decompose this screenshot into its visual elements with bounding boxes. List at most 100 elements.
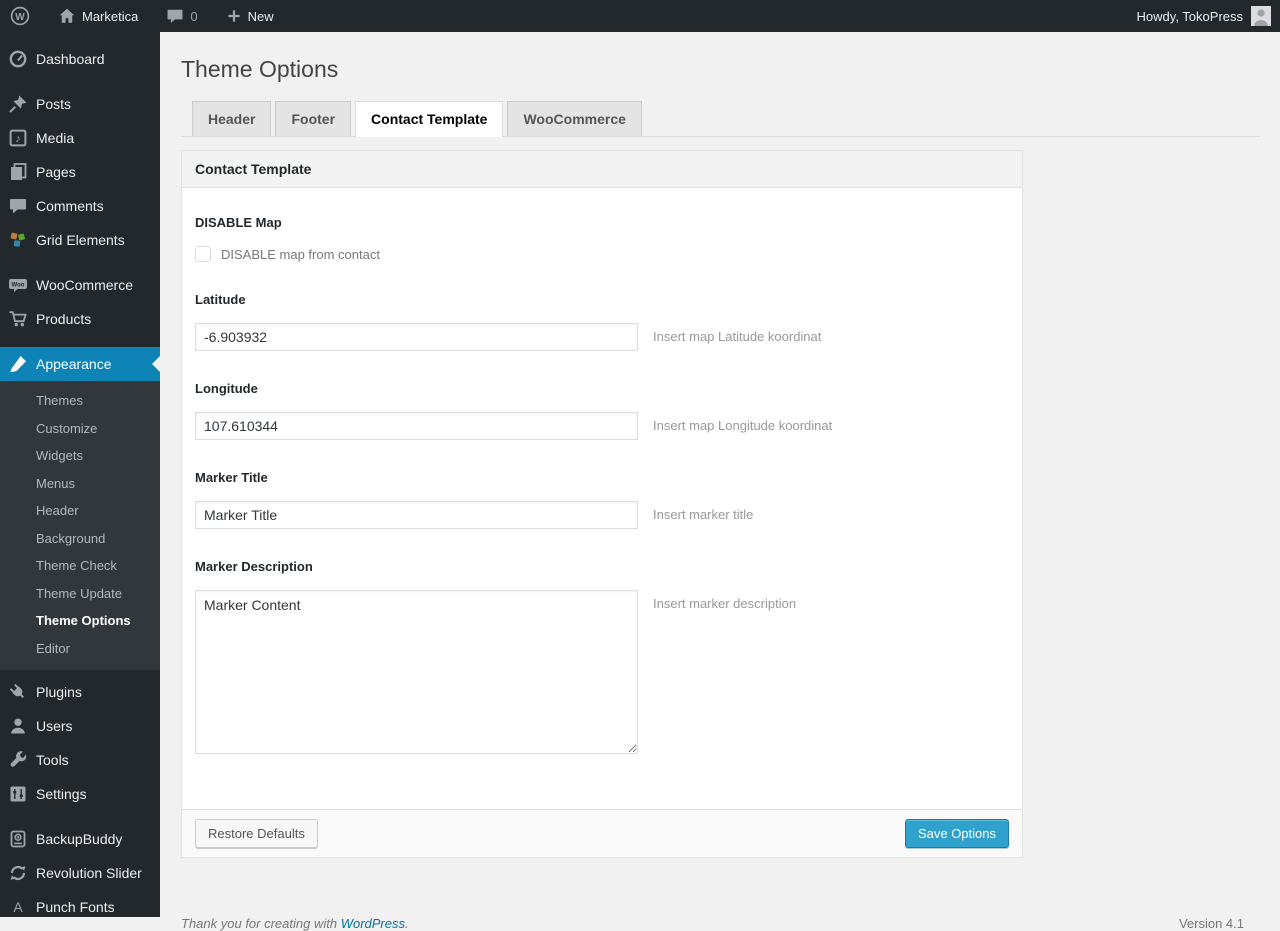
longitude-label: Longitude (195, 381, 258, 396)
sidebar-item-plugins[interactable]: Plugins (0, 675, 160, 709)
pages-icon (0, 162, 36, 182)
sidebar-item-label: Settings (36, 786, 87, 802)
wrench-icon (0, 750, 36, 770)
sidebar-item-label: Appearance (36, 356, 112, 372)
marker-description-textarea[interactable]: Marker Content (195, 590, 638, 754)
latitude-label: Latitude (195, 292, 246, 307)
sidebar-item-label: Media (36, 130, 75, 146)
dashboard-icon (0, 49, 36, 69)
sidebar-item-grid-elements[interactable]: Grid Elements (0, 223, 160, 257)
sidebar-item-label: Punch Fonts (36, 899, 115, 915)
disable-map-checkbox[interactable] (195, 246, 211, 262)
plus-icon (226, 8, 242, 24)
admin-bar: W Marketica 0 New Howdy, TokoPress (0, 0, 1280, 32)
site-name-label: Marketica (82, 8, 139, 24)
panel-body: DISABLE Map DISABLE map from contact Lat… (182, 188, 1022, 809)
media-icon: ♪ (0, 128, 36, 148)
submenu-item-widgets[interactable]: Widgets (0, 442, 160, 470)
submenu-item-customize[interactable]: Customize (0, 415, 160, 443)
longitude-input[interactable] (195, 412, 638, 440)
sidebar-item-revolution-slider[interactable]: Revolution Slider (0, 856, 160, 890)
punch-fonts-letter: A (13, 899, 23, 915)
sidebar-item-pages[interactable]: Pages (0, 155, 160, 189)
submenu-item-editor[interactable]: Editor (0, 635, 160, 663)
submenu-item-header[interactable]: Header (0, 497, 160, 525)
main-content: Theme Options Header Footer Contact Temp… (160, 32, 1280, 931)
grid-elements-icon (0, 230, 36, 250)
sidebar-item-label: Posts (36, 96, 72, 112)
latitude-input[interactable] (195, 323, 638, 351)
submenu-item-theme-options[interactable]: Theme Options (0, 607, 160, 635)
submenu-item-menus[interactable]: Menus (0, 470, 160, 498)
backup-icon (0, 829, 36, 849)
sidebar-item-comments[interactable]: Comments (0, 189, 160, 223)
latitude-group: Latitude Insert map Latitude koordinat (195, 292, 1009, 351)
sidebar-item-label: Comments (36, 198, 104, 214)
tab-header[interactable]: Header (192, 101, 272, 136)
footer-thanks-text: Thank you for creating with WordPress. (181, 916, 409, 931)
tab-woocommerce[interactable]: WooCommerce (507, 101, 642, 136)
appearance-submenu: Themes Customize Widgets Menus Header Ba… (0, 381, 160, 670)
sidebar-item-label: Tools (36, 752, 69, 768)
page-footer: Thank you for creating with WordPress. V… (181, 858, 1260, 931)
sidebar-item-woocommerce[interactable]: Woo WooCommerce (0, 268, 160, 302)
brush-icon (0, 354, 36, 374)
thanks-prefix: Thank you for creating with (181, 916, 338, 931)
submenu-item-background[interactable]: Background (0, 525, 160, 553)
marker-description-group: Marker Description Marker Content Insert… (195, 559, 1009, 754)
sidebar-item-punch-fonts[interactable]: A Punch Fonts (0, 890, 160, 917)
my-account-menu[interactable]: Howdy, TokoPress (1128, 0, 1280, 32)
save-options-button[interactable]: Save Options (904, 819, 1009, 848)
sidebar-item-backupbuddy[interactable]: BackupBuddy (0, 822, 160, 856)
submenu-item-theme-update[interactable]: Theme Update (0, 580, 160, 608)
comment-icon (0, 196, 36, 216)
sidebar-item-users[interactable]: Users (0, 709, 160, 743)
tab-bar: Header Footer Contact Template WooCommer… (181, 101, 1260, 137)
panel-title: Contact Template (182, 151, 1022, 188)
sidebar-item-posts[interactable]: Posts (0, 87, 160, 121)
wordpress-link[interactable]: WordPress (341, 916, 405, 931)
marker-description-label: Marker Description (195, 559, 313, 574)
comment-bubble-icon (166, 7, 184, 25)
sidebar-item-label: Users (36, 718, 73, 734)
sidebar-item-settings[interactable]: Settings (0, 777, 160, 811)
restore-defaults-button[interactable]: Restore Defaults (195, 819, 318, 848)
site-name-menu[interactable]: Marketica (48, 0, 148, 32)
sidebar-item-products[interactable]: Products (0, 302, 160, 336)
pushpin-icon (0, 94, 36, 114)
marker-description-help: Insert marker description (653, 596, 797, 611)
sidebar-item-tools[interactable]: Tools (0, 743, 160, 777)
howdy-label: Howdy, TokoPress (1136, 8, 1243, 24)
tab-contact-template[interactable]: Contact Template (355, 101, 504, 137)
cart-icon (0, 309, 36, 329)
disable-map-group: DISABLE Map DISABLE map from contact (195, 215, 1009, 262)
comments-count: 0 (190, 8, 198, 24)
sidebar-item-label: WooCommerce (36, 277, 133, 293)
submenu-item-themes[interactable]: Themes (0, 387, 160, 415)
marker-title-group: Marker Title Insert marker title (195, 470, 1009, 529)
tab-footer[interactable]: Footer (275, 101, 352, 136)
sidebar-item-media[interactable]: ♪ Media (0, 121, 160, 155)
thanks-period: . (405, 916, 409, 931)
sidebar-item-appearance[interactable]: Appearance (0, 347, 160, 381)
admin-bar-left: W Marketica 0 New (0, 0, 284, 32)
footer-version: Version 4.1 (1178, 916, 1244, 931)
sidebar-item-label: Revolution Slider (36, 865, 142, 881)
media-note-glyph: ♪ (15, 133, 21, 145)
sliders-icon (0, 784, 36, 804)
woocommerce-icon: Woo (0, 275, 36, 295)
latitude-help: Insert map Latitude koordinat (653, 329, 822, 344)
sidebar-item-label: Dashboard (36, 51, 105, 67)
comments-menu[interactable]: 0 (156, 0, 207, 32)
marker-title-input[interactable] (195, 501, 638, 529)
disable-map-row: DISABLE map from contact (195, 246, 1009, 262)
new-content-menu[interactable]: New (216, 0, 284, 32)
wp-logo-letter: W (15, 12, 25, 23)
user-icon (0, 716, 36, 736)
sidebar-item-dashboard[interactable]: Dashboard (0, 42, 160, 76)
wp-logo-menu[interactable]: W (0, 0, 40, 32)
wordpress-logo-icon: W (10, 6, 30, 26)
submenu-item-theme-check[interactable]: Theme Check (0, 552, 160, 580)
contact-template-panel: Contact Template DISABLE Map DISABLE map… (181, 150, 1023, 858)
letter-a-icon: A (0, 897, 36, 917)
